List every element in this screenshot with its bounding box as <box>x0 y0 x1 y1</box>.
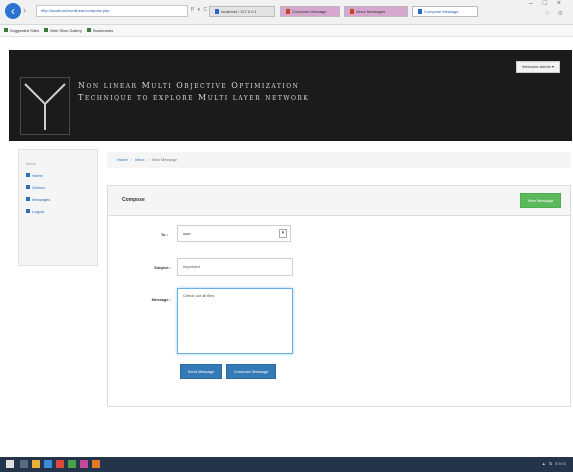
bookmark-2[interactable]: Web Slice Gallery <box>44 25 82 36</box>
app-icon[interactable] <box>80 460 88 468</box>
back-arrow-icon[interactable]: ‹ <box>5 3 21 19</box>
browser-tab-2[interactable]: Compose Message <box>280 6 340 17</box>
app-icon[interactable] <box>68 460 76 468</box>
breadcrumb: Home / Inbox / New Message <box>107 152 571 168</box>
to-select[interactable]: user ▾ <box>177 225 291 242</box>
site-title: Non linear Multi Objective Optimization … <box>78 80 408 104</box>
breadcrumb-inbox[interactable]: Inbox <box>135 157 145 162</box>
window-controls[interactable]: – □ × <box>529 0 565 7</box>
system-tray[interactable]: ▲ ⇅ ENG <box>542 461 567 466</box>
site-header: Non linear Multi Objective Optimization … <box>9 50 572 141</box>
site-title-line-2: Technique to explore Multi layer network <box>78 93 310 102</box>
app-icon[interactable] <box>56 460 64 468</box>
os-taskbar: ▲ ⇅ ENG <box>0 457 573 472</box>
sidebar-item-inbox[interactable]: Inbox <box>19 158 97 170</box>
bookmark-icon <box>44 28 49 32</box>
home-icon <box>26 173 30 177</box>
sidebar-item-messages[interactable]: Messages <box>19 194 97 206</box>
message-textarea[interactable]: Check out all files <box>177 288 293 354</box>
to-select-value: user <box>183 231 191 236</box>
address-bar-tools[interactable]: P ▾ C <box>191 7 208 13</box>
file-explorer-icon[interactable] <box>32 460 40 468</box>
breadcrumb-separator: / <box>147 157 149 162</box>
bookmarks-bar: Suggested Sites Web Slice Gallery Bookma… <box>0 25 573 37</box>
logo-mark-icon <box>24 83 66 130</box>
app-icon[interactable] <box>92 460 100 468</box>
forward-arrow-icon[interactable]: › <box>23 6 32 15</box>
send-message-button[interactable]: Send Message <box>180 364 222 379</box>
tab-favicon-icon <box>215 9 219 14</box>
bookmark-1[interactable]: Suggested Sites <box>4 25 39 36</box>
breadcrumb-current: New Message <box>151 157 178 162</box>
compose-message-button[interactable]: Compose Message <box>226 364 276 379</box>
address-bar[interactable]: http://localhost/nonlinear/compose.php <box>36 5 188 17</box>
browser-tabbar: ‹ › http://localhost/nonlinear/compose.p… <box>0 0 573 25</box>
sidebar: Inbox Home Outbox Messages Logout <box>18 149 98 266</box>
logout-icon <box>26 209 30 213</box>
panel-title: Compose <box>122 197 145 203</box>
outbox-icon <box>26 185 30 189</box>
task-view-icon[interactable] <box>20 460 28 468</box>
site-title-line-1: Non linear Multi Objective Optimization <box>78 81 300 90</box>
message-label: Message : <box>151 297 171 302</box>
browser-tab-3[interactable]: Inbox Messages <box>344 6 408 17</box>
envelope-icon <box>26 197 30 201</box>
bookmark-icon <box>87 28 92 32</box>
internet-explorer-icon[interactable] <box>44 460 52 468</box>
bookmark-3[interactable]: Bookmarks <box>87 25 113 36</box>
browser-tab-1[interactable]: localhost / 127.0.0.1 <box>209 6 275 17</box>
start-icon[interactable] <box>6 460 14 468</box>
new-message-button[interactable]: New Message <box>520 193 561 208</box>
breadcrumb-home[interactable]: Home <box>117 157 128 162</box>
browser-tab-4-active[interactable]: Compose Message <box>412 6 478 17</box>
breadcrumb-separator: / <box>130 157 132 162</box>
user-menu-button[interactable]: Welcome Admin ▾ <box>516 61 560 73</box>
sidebar-item-home[interactable]: Home <box>19 170 97 182</box>
to-label: To : <box>160 232 168 237</box>
sidebar-item-outbox[interactable]: Outbox <box>19 182 97 194</box>
site-logo <box>20 77 70 135</box>
sidebar-item-logout[interactable]: Logout <box>19 206 97 218</box>
browser-tools-icon[interactable]: ☆ ⚙ <box>545 10 566 17</box>
subject-label: Subject : <box>154 265 171 270</box>
tab-favicon-icon <box>286 9 290 14</box>
tab-favicon-icon <box>418 9 422 14</box>
subject-input[interactable]: Important <box>177 258 293 276</box>
bookmark-icon <box>4 28 8 32</box>
panel-header: Compose New Message <box>108 186 570 216</box>
chevron-down-icon: ▾ <box>279 229 287 238</box>
tab-favicon-icon <box>350 9 354 14</box>
